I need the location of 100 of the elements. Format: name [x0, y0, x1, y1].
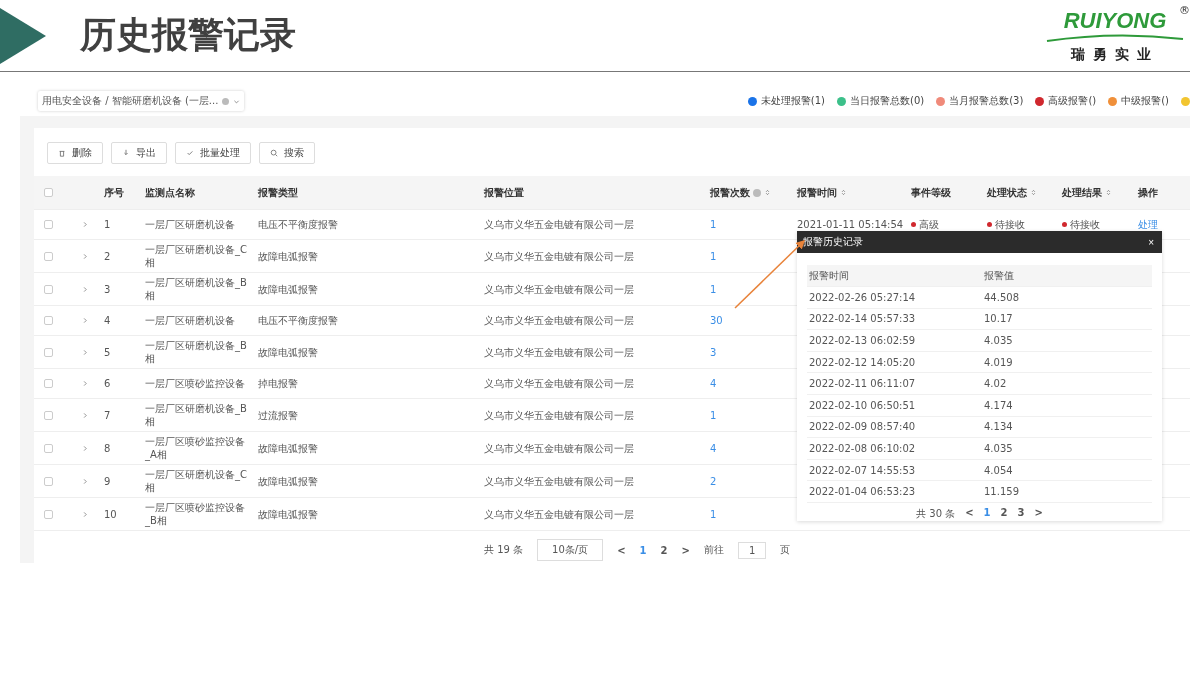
filter-select[interactable]: 用电安全设备 / 智能研磨机设备 (一层...	[38, 91, 245, 111]
table-cell-text: 一层厂区研磨机设备_B相	[145, 402, 248, 429]
toolbar-button[interactable]: 批量处理	[175, 142, 251, 164]
chevron-right-icon	[82, 348, 89, 356]
table-cell-text: 一层厂区喷砂监控设备_B相	[145, 501, 246, 529]
logo-brand: RUIYONG	[1063, 7, 1167, 34]
chevron-right-icon	[82, 317, 89, 324]
chevron-right-icon	[82, 285, 89, 293]
prev-page-button[interactable]: <	[965, 506, 974, 521]
next-page-button[interactable]: >	[1034, 506, 1043, 521]
triangle-icon	[0, 7, 46, 64]
column-header[interactable]: 报警次数	[710, 185, 771, 200]
column-header[interactable]: 处理结果	[1062, 185, 1112, 200]
table-cell-text: 一层厂区喷砂监控设备_A相	[145, 435, 246, 463]
page-button[interactable]: 3	[1017, 506, 1025, 521]
row-checkbox[interactable]	[44, 251, 53, 261]
table-cell-text: 4.035	[984, 442, 1014, 454]
count-link[interactable]: 2	[710, 475, 717, 487]
page-button[interactable]: 2	[1000, 506, 1008, 521]
table-cell-text: 1	[104, 218, 112, 232]
table-cell-text: 2022-02-09 08:57:40	[809, 421, 917, 433]
registered-mark: ®	[1179, 3, 1190, 17]
select-all-checkbox[interactable]	[44, 188, 53, 197]
table-cell-text: 故障电弧报警	[258, 507, 319, 522]
table-cell-text: 一层厂区研磨机设备_B相	[145, 339, 248, 366]
table-cell-text: 44.508	[984, 291, 1020, 303]
toolbar-button[interactable]: 删除	[47, 142, 103, 164]
row-checkbox[interactable]	[44, 476, 53, 486]
chevron-right-icon	[82, 252, 89, 260]
column-header[interactable]: 事件等级	[911, 185, 951, 200]
count-link[interactable]: 1	[710, 219, 717, 230]
close-button[interactable]: ×	[1148, 236, 1154, 248]
table-cell-text: 2022-01-04 06:53:23	[809, 486, 917, 498]
swoosh-icon	[1045, 33, 1185, 42]
table-cell-text: 4.019	[984, 356, 1014, 368]
toolbar-button[interactable]: 导出	[111, 142, 167, 164]
table-cell-text: 4.134	[984, 421, 1014, 433]
row-checkbox[interactable]	[44, 316, 53, 325]
column-header[interactable]: 报警时间	[797, 185, 847, 200]
logo-subtitle: 瑞勇实业	[1071, 45, 1159, 64]
status-dot-icon	[1062, 222, 1067, 227]
page-button[interactable]: 2	[660, 544, 668, 556]
table-cell-text: 9	[104, 474, 112, 489]
row-checkbox[interactable]	[44, 509, 53, 519]
table-cell-text: 2022-02-26 05:27:14	[809, 291, 917, 303]
chevron-right-icon	[82, 477, 89, 485]
table-cell-text: 一层厂区研磨机设备_C相	[145, 468, 248, 495]
column-header[interactable]: 监测点名称	[145, 185, 195, 200]
table-cell-text: 3	[104, 282, 112, 297]
row-checkbox[interactable]	[44, 284, 53, 294]
table-cell-text: 电压不平衡度报警	[258, 314, 339, 328]
table-cell-text: 义乌市义华五金电镀有限公司一层	[484, 408, 635, 423]
column-header[interactable]: 报警类型	[258, 185, 298, 200]
table-cell-text: 一层厂区研磨机设备_C相	[145, 243, 248, 270]
row-checkbox[interactable]	[44, 410, 53, 420]
next-page-button[interactable]: >	[681, 544, 690, 556]
table-cell-text: 2022-02-14 05:57:33	[809, 313, 917, 325]
count-link[interactable]: 30	[710, 315, 723, 326]
count-link[interactable]: 1	[710, 283, 717, 295]
table-cell-text: 10	[104, 507, 118, 522]
table-cell-text: 2022-02-13 06:02:59	[809, 335, 917, 346]
sort-icon	[764, 189, 771, 196]
column-header[interactable]: 处理状态	[987, 185, 1037, 200]
stat-label: 未处理报警(1)	[760, 94, 826, 108]
trash-icon	[58, 149, 66, 157]
table-cell-text: 义乌市义华五金电镀有限公司一层	[484, 441, 635, 456]
table-cell-text: 义乌市义华五金电镀有限公司一层	[484, 345, 635, 360]
column-header[interactable]: 序号	[104, 185, 124, 200]
row-checkbox[interactable]	[44, 347, 53, 357]
sort-icon	[840, 189, 847, 196]
row-checkbox[interactable]	[44, 443, 53, 453]
stat-label: 高级报警()	[1048, 94, 1097, 108]
row-checkbox[interactable]	[44, 220, 53, 229]
prev-page-button[interactable]: <	[617, 544, 626, 556]
help-icon	[753, 188, 761, 197]
count-link[interactable]: 1	[710, 250, 717, 262]
page-size-select[interactable]: 10条/页	[537, 539, 604, 561]
chevron-right-icon	[82, 510, 89, 518]
goto-label: 前往	[703, 543, 724, 557]
table-cell-text: 一层厂区研磨机设备_B相	[145, 276, 248, 303]
check-icon	[186, 149, 194, 157]
goto-page-field[interactable]: 1	[737, 541, 767, 559]
chevron-right-icon	[82, 444, 89, 452]
table-cell-text: 义乌市义华五金电镀有限公司一层	[484, 282, 635, 297]
table-cell-text: 2022-02-11 06:11:07	[809, 378, 917, 390]
toolbar-button[interactable]: 搜索	[259, 142, 315, 164]
count-link[interactable]: 1	[710, 409, 717, 421]
table-cell-text: 故障电弧报警	[258, 441, 319, 456]
table-cell-text: 4.174	[984, 399, 1014, 411]
row-checkbox[interactable]	[44, 379, 53, 388]
table-cell-text: 2022-02-08 06:10:02	[809, 442, 917, 454]
table-cell-text: 2021-01-11 05:14:54	[797, 218, 905, 232]
table-cell-text: 一层厂区研磨机设备	[145, 314, 236, 328]
count-link[interactable]: 1	[710, 508, 717, 520]
column-header[interactable]: 报警位置	[484, 185, 524, 200]
table-cell-text: 义乌市义华五金电镀有限公司一层	[484, 377, 635, 391]
goto-suffix: 页	[780, 543, 791, 557]
table-cell-text: 5	[104, 345, 112, 360]
action-link[interactable]: 处理	[1138, 217, 1190, 232]
column-header[interactable]: 操作	[1138, 185, 1158, 200]
